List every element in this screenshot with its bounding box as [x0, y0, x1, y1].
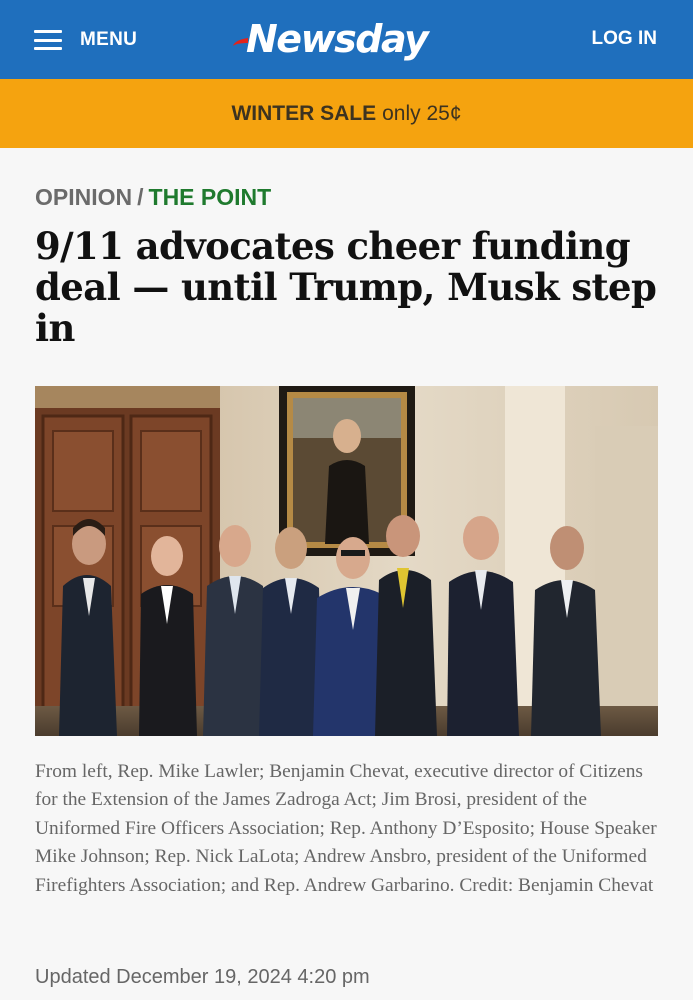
newsday-logo[interactable]: Newsday — [232, 14, 429, 64]
breadcrumb-separator: / — [137, 184, 144, 210]
group-photo-illustration — [35, 386, 658, 736]
section-breadcrumb: OPINION / THE POINT — [35, 184, 271, 211]
updated-timestamp: Updated December 19, 2024 4:20 pm — [35, 966, 370, 988]
winter-sale-banner[interactable]: WINTER SALE only 25¢ — [0, 79, 693, 148]
logo-text: Newsday — [246, 17, 429, 61]
menu-label: MENU — [80, 29, 138, 50]
hamburger-icon — [34, 30, 62, 50]
top-navigation-bar: MENU Newsday LOG IN — [0, 0, 693, 79]
promo-title: WINTER SALE — [231, 101, 377, 125]
menu-button[interactable]: MENU — [34, 22, 137, 58]
section-link-the-point[interactable]: THE POINT — [149, 184, 272, 210]
article-photo[interactable] — [35, 386, 658, 736]
login-button[interactable]: LOG IN — [592, 28, 657, 50]
article-headline: 9/11 advocates cheer funding deal — unti… — [35, 224, 657, 350]
section-link-opinion[interactable]: OPINION — [35, 184, 132, 210]
promo-price: only 25¢ — [382, 101, 462, 125]
photo-caption: From left, Rep. Mike Lawler; Benjamin Ch… — [35, 761, 657, 896]
